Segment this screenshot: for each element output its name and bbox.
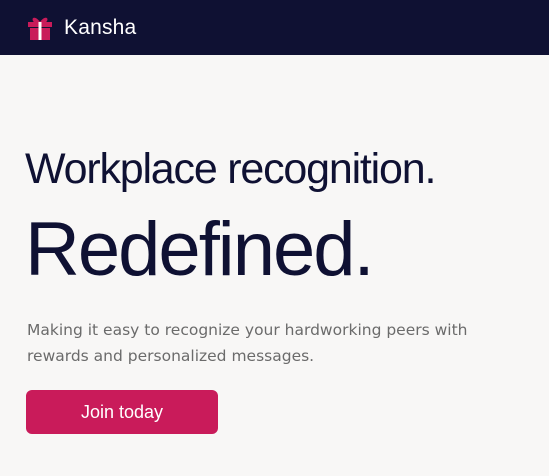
gift-icon	[26, 15, 54, 41]
brand-logo-link[interactable]: Kansha	[26, 15, 136, 41]
brand-name: Kansha	[64, 15, 137, 39]
hero-description: Making it easy to recognize your hardwor…	[27, 321, 468, 365]
join-today-button[interactable]: Join today	[26, 390, 218, 434]
hero-section: Workplace recognition. Redefined. Making…	[0, 55, 549, 476]
top-navbar: Kansha	[0, 0, 549, 55]
hero-headline: Workplace recognition.	[25, 145, 436, 193]
hero-subheadline: Redefined.	[25, 207, 375, 292]
